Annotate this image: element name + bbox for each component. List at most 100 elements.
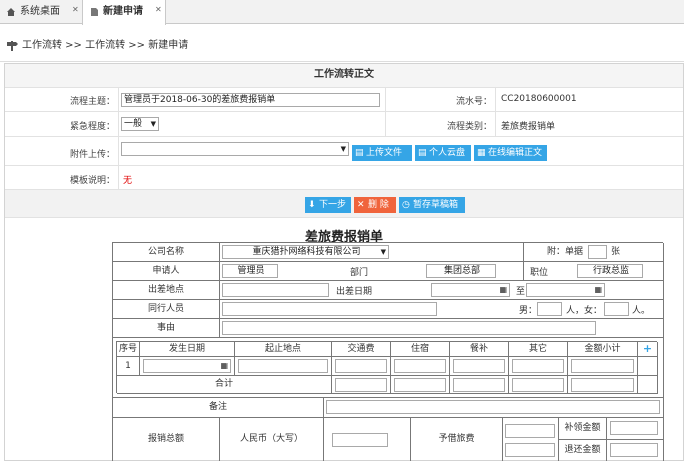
file-icon: ▤ (355, 148, 364, 158)
place-input[interactable] (222, 283, 329, 297)
save-draft-button[interactable]: ◷ 暂存草稿箱 (399, 197, 465, 213)
meal-input[interactable] (453, 359, 505, 373)
delete-button[interactable]: ✕ 删 除 (354, 197, 396, 213)
position-input[interactable]: 行政总监 (577, 264, 643, 278)
other-input[interactable] (512, 359, 564, 373)
subtotal-input[interactable] (571, 359, 634, 373)
attach-select[interactable]: ▼ (121, 142, 349, 156)
home-icon (7, 8, 15, 16)
transport-total-input[interactable] (335, 378, 387, 392)
transport-input[interactable] (335, 359, 387, 373)
lodging-total-input[interactable] (394, 378, 446, 392)
row-number: 1 (117, 357, 140, 376)
position-label: 职位 (530, 268, 549, 278)
subject-label: 流程主题： (69, 97, 115, 107)
remark-cell (324, 398, 664, 418)
remark-input[interactable] (326, 400, 660, 414)
companion-label: 同行人员 (113, 300, 220, 319)
cloud-button[interactable]: ▤ 个人云盘 (415, 145, 471, 161)
applicant-label: 申请人 (113, 262, 220, 281)
other-total-input[interactable] (512, 378, 564, 392)
urgency-label: 紧急程度： (69, 122, 115, 132)
expense-table: 公司名称 重庆猎扑网络科技有限公司 ▼ 附：单据 张 申请人 管理员 部门 集团… (112, 242, 664, 461)
calendar-icon[interactable]: ▦ (220, 360, 228, 372)
file-icon: ▤ (418, 148, 427, 158)
date-start-input[interactable]: ▦ (431, 283, 510, 297)
serial-label: 流水号： (455, 97, 492, 107)
male-count-input[interactable] (537, 302, 562, 316)
tab-desktop[interactable]: 系统桌面 ✕ (0, 0, 82, 24)
detail-cell: 序号 发生日期 起止地点 交通费 住宿 餐补 其它 金额小计 + 1 ▦ 合计 (113, 338, 664, 398)
rmb-cell (324, 418, 411, 461)
person-unit: 人。 (632, 306, 651, 316)
applicant-row-cell: 管理员 部门 集团总部 (220, 262, 524, 281)
dropdown-arrow-icon: ▼ (150, 120, 156, 128)
edit-icon: ▦ (477, 148, 486, 158)
position-cell: 职位 行政总监 (524, 262, 664, 281)
subject-input[interactable]: 管理员于2018-06-30的差旅费报销单 (121, 93, 380, 107)
lodging-input[interactable] (394, 359, 446, 373)
advance-input-1[interactable] (505, 424, 555, 438)
category-value: 差旅费报销单 (501, 122, 556, 132)
place-date-cell: 出差日期 ▦ 至 ▦ (220, 281, 664, 300)
reason-input[interactable] (222, 321, 596, 335)
upload-button[interactable]: ▤ 上传文件 (352, 145, 412, 161)
col-header: 餐补 (450, 342, 509, 357)
cloud-button-label: 个人云盘 (429, 148, 466, 158)
date-label: 出差日期 (336, 287, 373, 297)
rmb-input[interactable] (332, 433, 388, 447)
online-edit-button[interactable]: ▦ 在线编辑正文 (474, 145, 547, 161)
col-header: 序号 (117, 342, 140, 357)
applicant-input[interactable]: 管理员 (222, 264, 278, 278)
form-title: 工作流转正文 (5, 64, 683, 88)
detail-table: 序号 发生日期 起止地点 交通费 住宿 餐补 其它 金额小计 + 1 ▦ 合计 (116, 341, 658, 394)
attach-count-input[interactable] (588, 245, 607, 259)
col-header: 发生日期 (140, 342, 235, 357)
company-label: 公司名称 (113, 243, 220, 262)
place-label: 出差地点 (113, 281, 220, 300)
template-row: 模板说明： 无 (5, 166, 683, 190)
rmb-label: 人民币（大写） (220, 418, 324, 461)
female-count-input[interactable] (604, 302, 629, 316)
dept-label: 部门 (350, 268, 369, 278)
reason-label: 事由 (113, 319, 220, 338)
urgency-value: 一般 (124, 119, 143, 129)
breadcrumb: 工作流转 >> 工作流转 >> 新建申请 (0, 30, 684, 62)
companion-cell: 男： 人，女： 人。 (220, 300, 664, 319)
companion-input[interactable] (222, 302, 437, 316)
date-end-input[interactable]: ▦ (526, 283, 605, 297)
breadcrumb-text: 工作流转 >> 工作流转 >> 新建申请 (22, 40, 189, 51)
close-icon[interactable]: ✕ (155, 6, 163, 14)
close-icon[interactable]: ✕ (72, 6, 80, 14)
meal-total-input[interactable] (453, 378, 505, 392)
refund-input[interactable] (610, 421, 658, 435)
route-input[interactable] (238, 359, 328, 373)
return-input[interactable] (610, 443, 658, 457)
subject-row: 流程主题： 管理员于2018-06-30的差旅费报销单 流水号： CC20180… (5, 88, 683, 112)
add-row-icon[interactable]: + (638, 342, 658, 357)
next-step-button[interactable]: ⬇ 下一步 (305, 197, 351, 213)
tab-new-request[interactable]: 新建申请 ✕ (82, 0, 166, 25)
col-header: 其它 (509, 342, 568, 357)
calendar-icon[interactable]: ▦ (594, 284, 602, 296)
next-step-label: 下一步 (319, 200, 347, 210)
col-header: 交通费 (332, 342, 391, 357)
row-action-cell (638, 357, 658, 376)
to-label: 至 (516, 287, 526, 297)
subtotal-total-input[interactable] (571, 378, 634, 392)
female-label: 人，女： (566, 306, 603, 316)
occur-date-input[interactable]: ▦ (143, 359, 231, 373)
upload-button-label: 上传文件 (366, 148, 403, 158)
return-label: 退还金额 (559, 440, 607, 461)
dept-input[interactable]: 集团总部 (426, 264, 496, 278)
clock-icon: ◷ (402, 200, 410, 210)
company-select[interactable]: 重庆猎扑网络科技有限公司 ▼ (222, 245, 389, 259)
total-amount-label: 报销总额 (113, 418, 220, 461)
advance-input-2[interactable] (505, 443, 555, 457)
urgency-select[interactable]: 一般 ▼ (121, 117, 159, 131)
total-action-cell (638, 376, 658, 394)
calendar-icon[interactable]: ▦ (499, 284, 507, 296)
col-header: 金额小计 (568, 342, 638, 357)
advance-label: 予借旅费 (411, 418, 503, 461)
company-value: 重庆猎扑网络科技有限公司 (252, 247, 361, 257)
